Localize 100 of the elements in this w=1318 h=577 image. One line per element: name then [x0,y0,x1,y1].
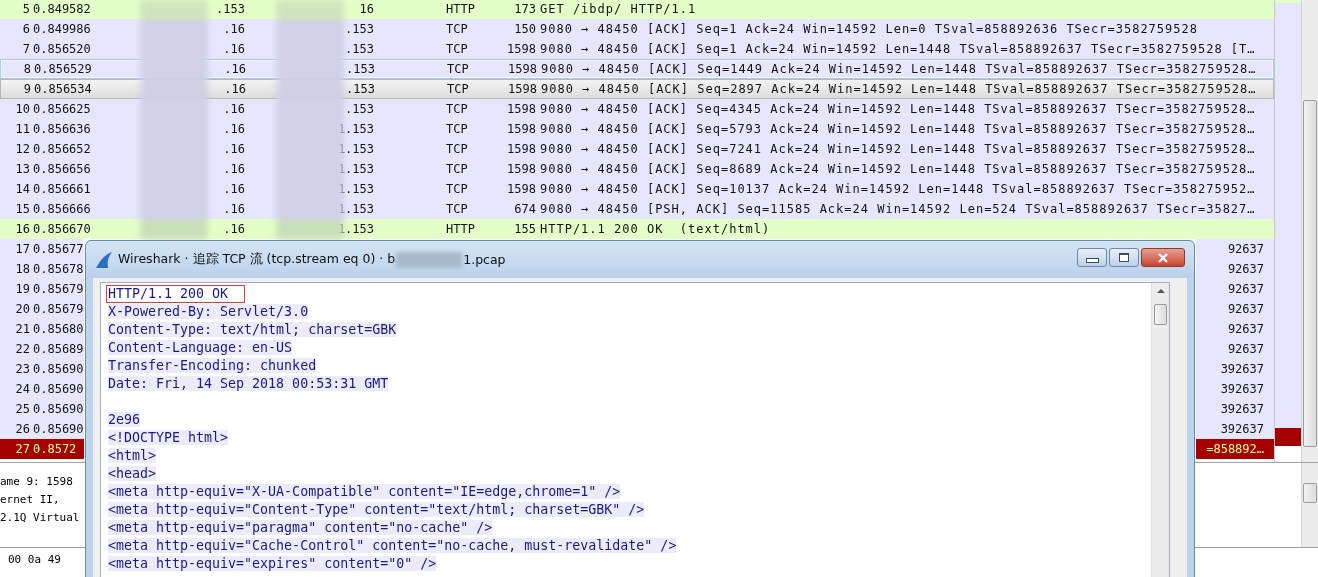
packet-info: 92637 [1227,281,1264,298]
packet-time: 0.85690 [32,381,84,398]
packet-length: 1598 [506,121,536,138]
packet-number: 17 [14,241,30,258]
packet-time: 0.856625 [32,101,92,118]
packet-time: 0.85680 [32,321,84,338]
packet-number: 9 [22,81,31,98]
packet-protocol: TCP [446,81,470,98]
packet-destination: 16 [358,1,374,18]
packet-row[interactable]: 27 0.8572 [0,439,84,459]
packet-info: 392637 [1220,361,1264,378]
packet-minimap[interactable] [1274,0,1301,462]
packet-row[interactable]: 21 0.85680 [0,319,84,339]
packet-row[interactable]: 23 0.85690 [0,359,84,379]
packet-length: 1598 [506,161,536,178]
packet-row[interactable]: 26 0.85690 [0,419,84,439]
packet-number: 6 [21,21,30,38]
packet-number: 18 [14,261,30,278]
packet-row[interactable]: 92637 [1196,279,1274,299]
stream-text-area[interactable] [100,282,1170,577]
minimize-button[interactable] [1077,248,1107,267]
packet-info: 392637 [1220,421,1264,438]
scrollbar[interactable] [1151,283,1169,577]
packet-row[interactable]: 25 0.85690 [0,399,84,419]
maximize-icon [1119,253,1129,262]
packet-time: 0.856670 [32,221,92,238]
packet-row[interactable]: 92637 [1196,259,1274,279]
scrollbar[interactable] [1301,463,1318,547]
packet-number: 5 [21,1,30,18]
packet-protocol: TCP [445,161,469,178]
packet-time: 0.856652 [32,141,92,158]
packet-protocol: TCP [445,141,469,158]
packet-info: 92637 [1227,341,1264,358]
packet-length: 173 [513,1,536,18]
packet-info: GET /ibdp/ HTTP/1.1 [539,1,698,18]
packet-length: 1598 [507,61,537,78]
packet-row[interactable]: 19 0.85679 [0,279,84,299]
packet-row[interactable]: 392637 [1196,379,1274,399]
packet-time: 0.8572 [32,441,78,458]
packet-source: .153 [215,1,245,18]
close-button[interactable] [1141,248,1185,267]
packet-number: 10 [14,101,30,118]
packet-protocol: TCP [446,61,470,78]
packet-protocol: TCP [445,201,469,218]
packet-source: .16 [222,101,245,118]
packet-protocol: TCP [445,21,469,38]
packet-time: 0.849986 [32,21,92,38]
packet-number: 7 [21,41,30,58]
packet-time: 0.85690 [32,401,84,418]
scrollbar[interactable] [1301,0,1318,462]
packet-source: .16 [222,201,245,218]
packet-row[interactable]: 392637 [1196,399,1274,419]
packet-info: 392637 [1220,401,1264,418]
packet-row[interactable]: 92637 [1196,339,1274,359]
packet-row[interactable]: 17 0.85677 [0,239,84,259]
packet-row[interactable]: 92637 [1196,319,1274,339]
packet-time: 0.856534 [33,81,93,98]
maximize-button[interactable] [1109,248,1139,267]
packet-row[interactable]: 24 0.85690 [0,379,84,399]
packet-length: 155 [513,221,536,238]
packet-protocol: TCP [445,101,469,118]
packet-info: 9080 → 48450 [ACK] Seq=2897 Ack=24 Win=14592 Len=1448 TSval=858892637 TSecr=3582759528… [540,81,1258,98]
packet-row[interactable]: 392637 [1196,419,1274,439]
packet-destination: 1.153 [336,141,374,158]
packet-row[interactable]: 20 0.85679 [0,299,84,319]
packet-row[interactable]: 18 0.85678 [0,259,84,279]
packet-info: 9080 → 48450 [ACK] Seq=5793 Ack=24 Win=14592 Len=1448 TSval=858892637 TSecr=3582759528… [539,121,1257,138]
packet-row[interactable]: 92637 [1196,299,1274,319]
packet-destination: .153 [345,61,375,78]
packet-info: HTTP/1.1 200 OK (text/html) [539,221,772,238]
packet-row[interactable]: 92637 [1196,239,1274,259]
packet-row[interactable]: =858892… [1196,439,1274,459]
packet-number: 25 [14,401,30,418]
packet-number: 20 [14,301,30,318]
packet-number: 14 [14,181,30,198]
packet-destination: 1.153 [336,221,374,238]
packet-destination: .153 [344,41,374,58]
packet-info: 92637 [1227,301,1264,318]
packet-number: 13 [14,161,30,178]
packet-length: 1598 [506,41,536,58]
packet-time: 0.856666 [32,201,92,218]
packet-row[interactable]: 22 0.85689 [0,339,84,359]
shark-fin-icon [94,250,114,269]
packet-protocol: TCP [445,181,469,198]
packet-info: 392637 [1220,381,1264,398]
packet-time: 0.85678 [32,261,84,278]
close-icon [1157,252,1169,263]
detail-line[interactable]: ernet II, [0,491,82,509]
packet-number: 15 [14,201,30,218]
detail-line[interactable]: ame 9: 1598 [0,473,82,491]
packet-info: 92637 [1227,321,1264,338]
packet-destination: 1.153 [336,201,374,218]
packet-number: 12 [14,141,30,158]
packet-row[interactable]: 392637 [1196,359,1274,379]
packet-protocol: HTTP [445,1,476,18]
detail-line[interactable]: 2.1Q Virtual [0,509,82,527]
window-title: Wireshark · 追踪 TCP 流 (tcp.stream eq 0) · b [118,251,396,268]
packet-info: 9080 → 48450 [ACK] Seq=1449 Ack=24 Win=14592 Len=1448 TSval=858892637 TSecr=3582759528… [540,61,1258,78]
packet-info: 9080 → 48450 [ACK] Seq=10137 Ack=24 Win=14592 Len=1448 TSval=858892637 TSecr=358275952… [539,181,1257,198]
packet-length: 1598 [506,101,536,118]
